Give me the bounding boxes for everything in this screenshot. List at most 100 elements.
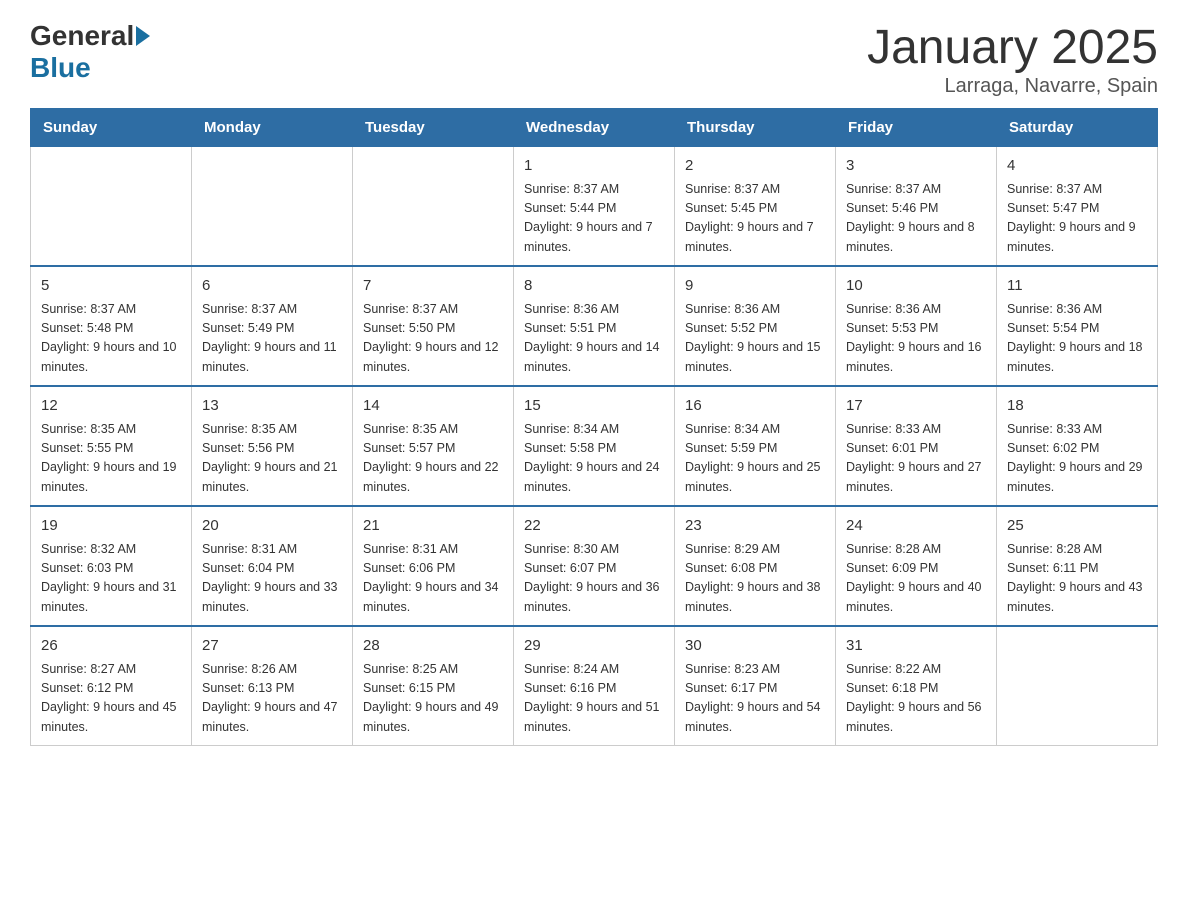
day-info-line: Sunset: 6:12 PM: [41, 681, 133, 695]
calendar-cell: 31Sunrise: 8:22 AMSunset: 6:18 PMDayligh…: [836, 626, 997, 746]
calendar-cell: 19Sunrise: 8:32 AMSunset: 6:03 PMDayligh…: [31, 506, 192, 626]
day-info-line: Sunset: 5:48 PM: [41, 321, 133, 335]
day-number: 11: [1007, 275, 1147, 298]
day-info-line: Sunrise: 8:37 AM: [363, 302, 458, 316]
day-info-line: Sunrise: 8:37 AM: [1007, 182, 1102, 196]
day-info: Sunrise: 8:26 AM Sunset: 6:13 PM Daylight:…: [202, 660, 342, 738]
day-info: Sunrise: 8:29 AMSunset: 6:08 PMDaylight:…: [685, 540, 825, 618]
day-info-line: Sunrise: 8:36 AM: [685, 302, 780, 316]
day-info-line: Sunrise: 8:37 AM: [202, 302, 297, 316]
day-info-line: Sunset: 6:11 PM: [1007, 561, 1099, 575]
day-number: 27: [202, 635, 342, 658]
day-info-line: Sunrise: 8:35 AM: [41, 422, 136, 436]
calendar-day-header: Wednesday: [514, 109, 675, 147]
calendar-cell: [31, 147, 192, 267]
day-info: Sunrise: 8:22 AMSunset: 6:18 PMDaylight:…: [846, 660, 986, 738]
day-info-line: Daylight: 9 hours and 10 minutes.: [41, 340, 177, 373]
calendar-cell: 10Sunrise: 8:36 AMSunset: 5:53 PMDayligh…: [836, 266, 997, 386]
day-info-line: Sunrise: 8:26 AM: [202, 662, 297, 676]
day-info: Sunrise: 8:35 AMSunset: 5:55 PMDaylight:…: [41, 420, 181, 498]
calendar-table: SundayMondayTuesdayWednesdayThursdayFrid…: [30, 108, 1158, 746]
day-info: Sunrise: 8:37 AMSunset: 5:49 PMDaylight:…: [202, 300, 342, 378]
calendar-cell: [192, 147, 353, 267]
day-info-line: Sunrise: 8:28 AM: [1007, 542, 1102, 556]
day-info-line: Sunrise: 8:33 AM: [846, 422, 941, 436]
day-info: Sunrise: 8:34 AMSunset: 5:59 PMDaylight:…: [685, 420, 825, 498]
day-info-line: Daylight: 9 hours and 22 minutes.: [363, 460, 499, 493]
day-info-line: Sunrise: 8:37 AM: [41, 302, 136, 316]
day-info: Sunrise: 8:34 AMSunset: 5:58 PMDaylight:…: [524, 420, 664, 498]
calendar-week-row: 12Sunrise: 8:35 AMSunset: 5:55 PMDayligh…: [31, 386, 1158, 506]
calendar-cell: 28Sunrise: 8:25 AMSunset: 6:15 PMDayligh…: [353, 626, 514, 746]
day-number: 9: [685, 275, 825, 298]
day-info-line: Daylight: 9 hours and 19 minutes.: [41, 460, 177, 493]
day-info-line: Sunset: 5:50 PM: [363, 321, 455, 335]
day-info-line: Daylight: 9 hours and 33 minutes.: [202, 580, 338, 613]
day-info-line: Daylight: 9 hours and 18 minutes.: [1007, 340, 1143, 373]
day-info-line: Daylight: 9 hours and 56 minutes.: [846, 700, 982, 733]
day-info: Sunrise: 8:37 AMSunset: 5:50 PMDaylight:…: [363, 300, 503, 378]
day-info-line: Daylight: 9 hours and 7 minutes.: [685, 220, 814, 253]
day-info-line: Sunset: 6:09 PM: [846, 561, 938, 575]
day-number: 13: [202, 395, 342, 418]
day-info-line: Sunrise: 8:31 AM: [202, 542, 297, 556]
day-info-line: Daylight: 9 hours and 47 minutes.: [202, 700, 338, 733]
day-info-line: Daylight: 9 hours and 31 minutes.: [41, 580, 177, 613]
day-info-line: Sunset: 5:51 PM: [524, 321, 616, 335]
calendar-day-header: Friday: [836, 109, 997, 147]
calendar-cell: 24Sunrise: 8:28 AMSunset: 6:09 PMDayligh…: [836, 506, 997, 626]
calendar-cell: 23Sunrise: 8:29 AMSunset: 6:08 PMDayligh…: [675, 506, 836, 626]
day-info-line: Sunset: 6:13 PM: [202, 681, 294, 695]
logo: General Blue: [30, 20, 152, 84]
calendar-week-row: 19Sunrise: 8:32 AMSunset: 6:03 PMDayligh…: [31, 506, 1158, 626]
calendar-cell: 7Sunrise: 8:37 AMSunset: 5:50 PMDaylight…: [353, 266, 514, 386]
day-info-line: Sunrise: 8:27 AM: [41, 662, 136, 676]
location-text: Larraga, Navarre, Spain: [867, 75, 1158, 98]
day-info-line: Sunrise: 8:29 AM: [685, 542, 780, 556]
day-info-line: Sunrise: 8:30 AM: [524, 542, 619, 556]
day-info: Sunrise: 8:36 AMSunset: 5:52 PMDaylight:…: [685, 300, 825, 378]
day-info: Sunrise: 8:33 AMSunset: 6:01 PMDaylight:…: [846, 420, 986, 498]
day-info: Sunrise: 8:27 AMSunset: 6:12 PMDaylight:…: [41, 660, 181, 738]
day-info-line: Sunrise: 8:37 AM: [524, 182, 619, 196]
day-number: 2: [685, 155, 825, 178]
calendar-week-row: 1Sunrise: 8:37 AMSunset: 5:44 PMDaylight…: [31, 147, 1158, 267]
calendar-cell: 29Sunrise: 8:24 AMSunset: 6:16 PMDayligh…: [514, 626, 675, 746]
calendar-cell: 11 Sunrise: 8:36 AM Sunset: 5:54 PM Dayligh…: [997, 266, 1158, 386]
calendar-day-header: Monday: [192, 109, 353, 147]
day-info-line: Sunrise: 8:32 AM: [41, 542, 136, 556]
calendar-cell: 30Sunrise: 8:23 AMSunset: 6:17 PMDayligh…: [675, 626, 836, 746]
day-info: Sunrise: 8:37 AMSunset: 5:46 PMDaylight:…: [846, 180, 986, 258]
day-info-line: Daylight: 9 hours and 9 minutes.: [1007, 220, 1136, 253]
calendar-cell: [997, 626, 1158, 746]
day-info-line: Daylight: 9 hours and 24 minutes.: [524, 460, 660, 493]
day-info-line: Sunset: 5:52 PM: [685, 321, 777, 335]
day-number: 15: [524, 395, 664, 418]
day-info-line: Sunrise: 8:23 AM: [685, 662, 780, 676]
day-info-line: Daylight: 9 hours and 40 minutes.: [846, 580, 982, 613]
day-info-line: Sunset: 5:53 PM: [846, 321, 938, 335]
day-info-line: Sunset: 6:08 PM: [685, 561, 777, 575]
day-info: Sunrise: 8:31 AMSunset: 6:06 PMDaylight:…: [363, 540, 503, 618]
day-info-line: Sunset: 5:54 PM: [1007, 321, 1099, 335]
calendar-cell: 14Sunrise: 8:35 AMSunset: 5:57 PMDayligh…: [353, 386, 514, 506]
day-info-line: Sunrise: 8:37 AM: [846, 182, 941, 196]
calendar-cell: 17Sunrise: 8:33 AMSunset: 6:01 PMDayligh…: [836, 386, 997, 506]
day-number: 10: [846, 275, 986, 298]
calendar-cell: 27 Sunrise: 8:26 AM Sunset: 6:13 PM Dayligh…: [192, 626, 353, 746]
day-number: 6: [202, 275, 342, 298]
calendar-cell: 20Sunrise: 8:31 AMSunset: 6:04 PMDayligh…: [192, 506, 353, 626]
day-info-line: Daylight: 9 hours and 34 minutes.: [363, 580, 499, 613]
calendar-week-row: 5Sunrise: 8:37 AMSunset: 5:48 PMDaylight…: [31, 266, 1158, 386]
day-info-line: Sunset: 5:45 PM: [685, 201, 777, 215]
day-info-line: Sunrise: 8:36 AM: [1007, 302, 1102, 316]
day-info-line: Sunset: 5:44 PM: [524, 201, 616, 215]
day-number: 24: [846, 515, 986, 538]
day-number: 26: [41, 635, 181, 658]
calendar-day-header: Tuesday: [353, 109, 514, 147]
day-info-line: Sunset: 5:57 PM: [363, 441, 455, 455]
day-info-line: Sunset: 5:59 PM: [685, 441, 777, 455]
day-info-line: Sunrise: 8:37 AM: [685, 182, 780, 196]
day-number: 12: [41, 395, 181, 418]
day-info-line: Sunset: 5:58 PM: [524, 441, 616, 455]
